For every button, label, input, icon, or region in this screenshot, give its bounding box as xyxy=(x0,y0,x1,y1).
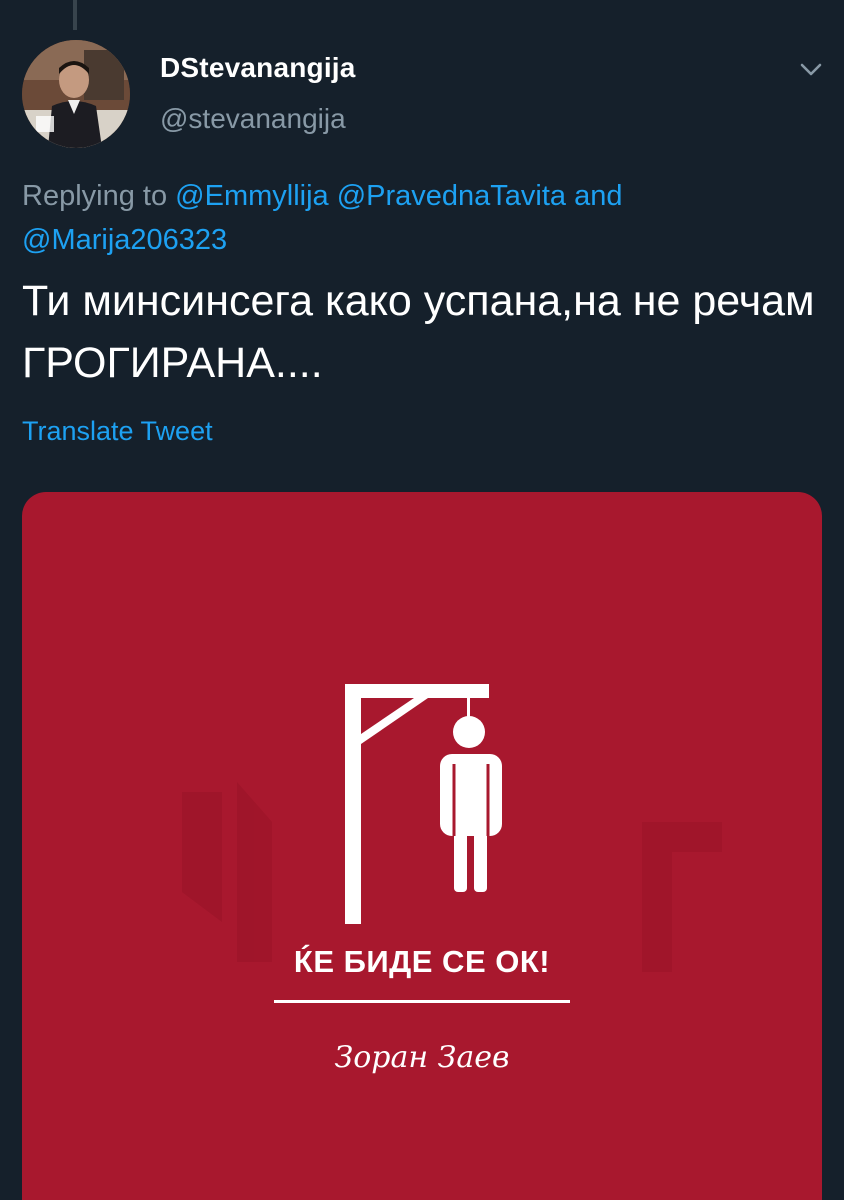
display-name[interactable]: DStevanangija xyxy=(160,52,356,84)
poster-divider xyxy=(274,1000,570,1003)
gallows-figure-illustration xyxy=(182,684,722,972)
replying-to-line: Replying to @Emmyllija @PravednaTavita a… xyxy=(22,174,812,262)
avatar-image xyxy=(22,40,130,148)
mention-link[interactable]: @PravednaTavita xyxy=(337,180,566,212)
mention-link[interactable]: @Emmyllija xyxy=(175,180,329,212)
mention-conjunction[interactable]: and xyxy=(574,180,622,212)
user-handle[interactable]: @stevanangija xyxy=(160,103,346,135)
tweet-media-image[interactable]: ЌЕ БИДЕ СЕ ОК! Зоран Заев xyxy=(22,492,822,1200)
tweet-detail-page: DStevanangija @stevanangija Replying to … xyxy=(0,0,844,1200)
thread-connector-line xyxy=(73,0,77,30)
poster-signature: Зоран Заев xyxy=(334,1040,510,1075)
replying-to-label: Replying to xyxy=(22,180,168,212)
tweet-text: Ти минсинсега како успана,на не речам ГР… xyxy=(22,277,815,387)
mention-link[interactable]: @Marija206323 xyxy=(22,224,227,256)
poster-slogan: ЌЕ БИДЕ СЕ ОК! xyxy=(293,944,551,979)
avatar[interactable] xyxy=(22,40,130,148)
translate-tweet-link[interactable]: Translate Tweet xyxy=(22,416,213,447)
chevron-down-icon[interactable] xyxy=(796,54,826,84)
